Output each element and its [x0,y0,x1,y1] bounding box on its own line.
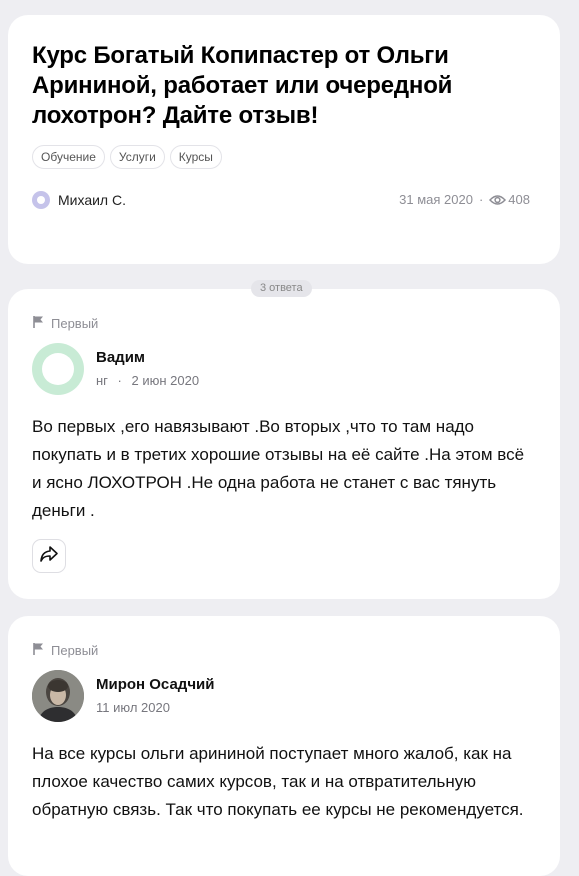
answer-date: 2 июн 2020 [131,373,200,388]
first-answer-badge: Первый [32,315,98,332]
answer-card: Первый Вадим нг · 2 июн 2020 Во первых ,… [8,289,560,599]
answer-author-name[interactable]: Вадим [96,349,145,366]
question-card: Курс Богатый Копипастер от Ольги Аринино… [8,15,560,264]
share-button[interactable] [32,539,66,573]
first-answer-badge: Первый [32,642,98,659]
author-avatar[interactable] [32,191,50,209]
tag-list: Обучение Услуги Курсы [32,145,222,169]
eye-icon [489,194,507,206]
views-count: 408 [508,192,530,207]
avatar[interactable] [32,670,84,722]
question-title[interactable]: Курс Богатый Копипастер от Ольги Аринино… [32,41,532,131]
answer-text: На все курсы ольги арининой поступает мн… [32,744,524,819]
avatar[interactable] [32,343,84,395]
flag-icon [32,642,51,659]
meta-separator: · [478,192,484,207]
answer-author-name[interactable]: Мирон Осадчий [96,676,214,693]
tag-learning[interactable]: Обучение [32,145,105,169]
answers-count-badge: 3 ответа [251,280,312,297]
answer-meta: 11 июл 2020 [96,700,170,715]
flag-icon [32,315,51,332]
question-date: 31 мая 2020 [399,192,473,207]
badge-label: Первый [51,316,99,331]
badge-label: Первый [51,643,99,658]
answer-meta: нг · 2 июн 2020 [96,373,199,388]
question-meta: 31 мая 2020 · 408 [399,192,530,207]
answer-date: 11 июл 2020 [96,700,170,715]
author-name[interactable]: Михаил С. [58,192,126,208]
meta-separator: · [117,373,122,388]
answer-card: Первый Мирон Осадчий 11 июл 2020 На все … [8,616,560,876]
tag-courses[interactable]: Курсы [169,145,222,169]
share-icon [39,545,59,568]
answer-text: Во первых ,его навязывают .Во вторых ,чт… [32,417,525,520]
question-author[interactable]: Михаил С. [32,191,126,209]
author-subtitle: нг [96,373,108,388]
tag-services[interactable]: Услуги [109,145,165,169]
